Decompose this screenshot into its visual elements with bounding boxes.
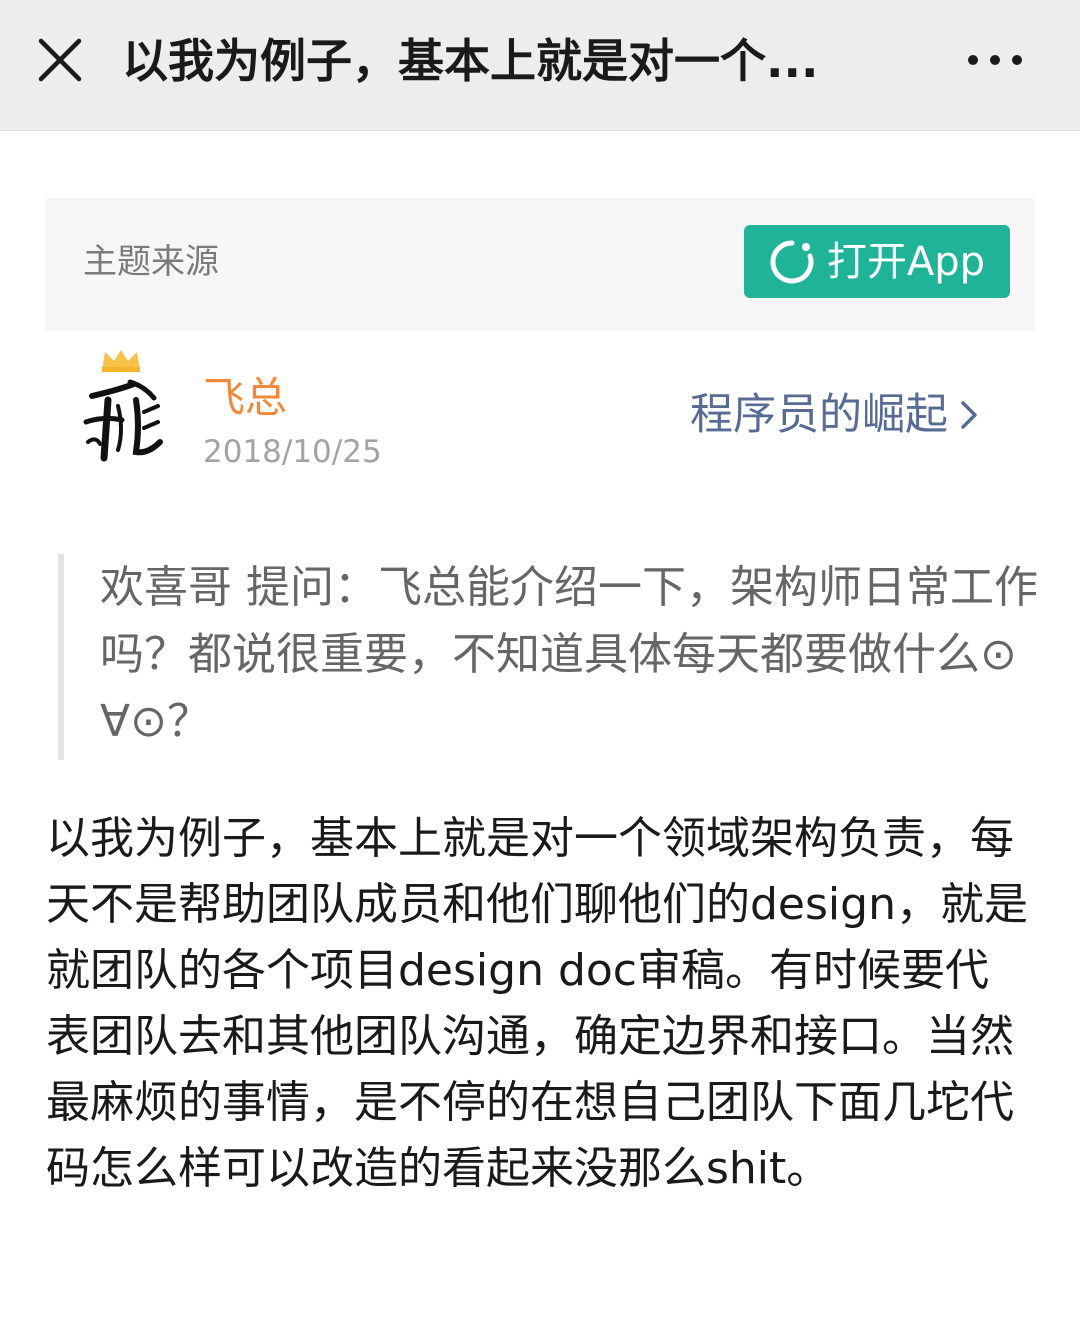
article-page: 以我为例子，基本上就是对一个... 主题来源 打开App 飞总 2018/10/… [0,0,1080,1331]
more-button[interactable] [955,30,1035,90]
close-icon [38,38,82,82]
chevron-right-icon [960,399,978,431]
more-icon [968,55,1022,65]
question-text: 欢喜哥 提问：飞总能介绍一下，架构师日常工作吗？都说很重要，不知道具体每天都要做… [100,562,1038,747]
avatar[interactable] [78,346,168,466]
open-app-button[interactable]: 打开App [744,225,1010,298]
crown-icon [83,350,163,462]
source-banner: 主题来源 打开App [45,198,1035,331]
community-name: 程序员的崛起 [690,390,948,440]
author-name[interactable]: 飞总 [203,372,287,424]
community-link[interactable]: 程序员的崛起 [690,385,978,445]
answer-text: 以我为例子，基本上就是对一个领域架构负责，每天不是帮助团队成员和他们聊他们的de… [46,813,1028,1194]
answer-body: 以我为例子，基本上就是对一个领域架构负责，每天不是帮助团队成员和他们聊他们的de… [46,806,1031,1202]
app-logo-icon [769,239,815,285]
close-button[interactable] [30,30,90,90]
source-label: 主题来源 [83,242,219,282]
page-title: 以我为例子，基本上就是对一个... [122,34,819,88]
question-quote: 欢喜哥 提问：飞总能介绍一下，架构师日常工作吗？都说很重要，不知道具体每天都要做… [58,554,1038,760]
top-navbar: 以我为例子，基本上就是对一个... [0,0,1080,131]
post-date: 2018/10/25 [203,434,382,470]
open-app-label: 打开App [826,238,986,285]
